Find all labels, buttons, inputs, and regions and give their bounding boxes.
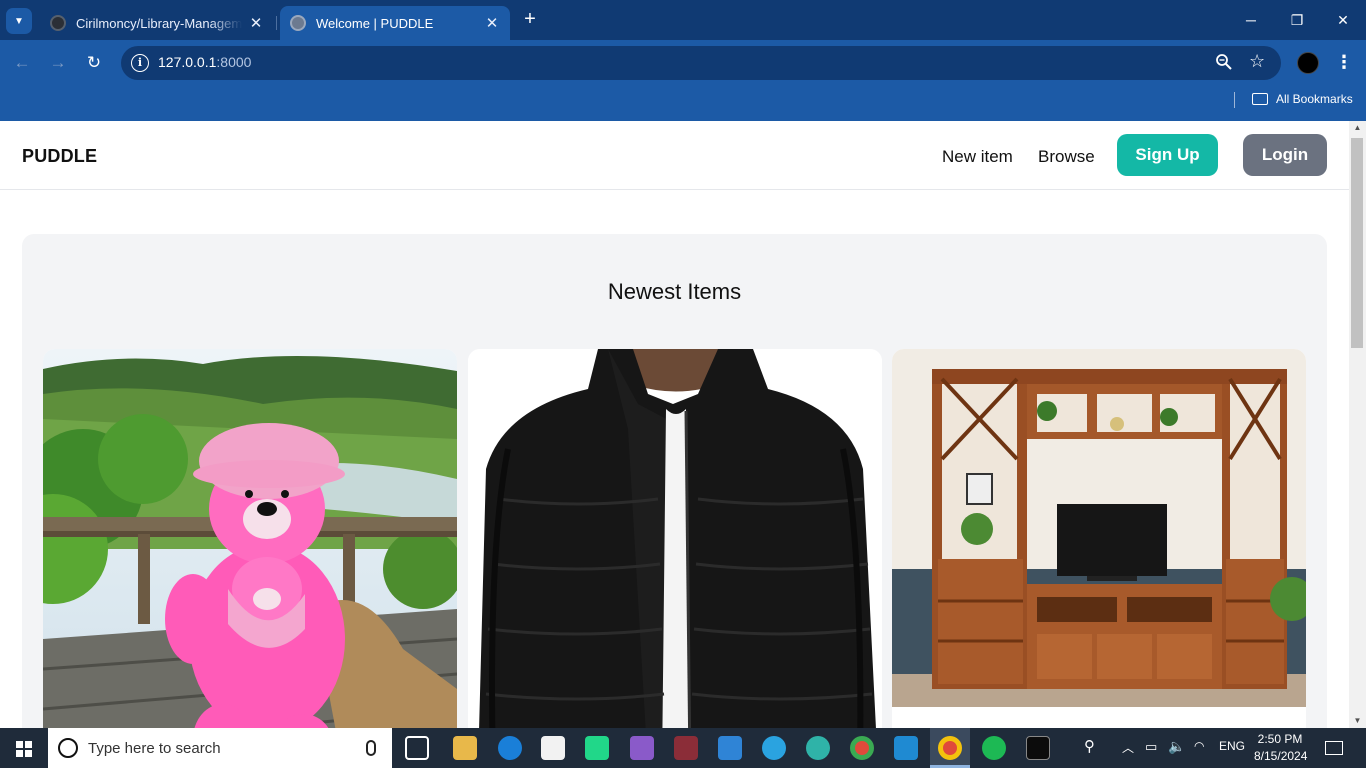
section-title: Newest Items [607, 279, 742, 304]
visual-studio-icon[interactable] [630, 736, 654, 760]
site-logo[interactable]: PUDDLE [22, 146, 97, 167]
task-view-icon[interactable] [405, 736, 429, 760]
newest-items-section: Newest Items [22, 234, 1327, 728]
notifications-icon[interactable] [1325, 741, 1343, 755]
zoom-icon[interactable] [1215, 53, 1235, 73]
close-icon[interactable]: ✕ [484, 14, 500, 32]
tab-library-management[interactable]: Cirilmoncy/Library-Management ✕ [40, 6, 274, 40]
tab-title: Cirilmoncy/Library-Management [76, 15, 242, 31]
cortana-icon [58, 738, 78, 758]
close-window-button[interactable]: ✕ [1320, 6, 1366, 34]
url-text[interactable]: 127.0.0.1:8000 [158, 54, 251, 70]
people-icon[interactable]: ⚲ [1084, 737, 1095, 755]
clock-date: 8/15/2024 [1254, 749, 1308, 763]
language-indicator[interactable]: ENG [1219, 739, 1245, 753]
new-tab-button[interactable]: + [518, 8, 542, 32]
item-card-tv-unit[interactable] [892, 349, 1306, 728]
scroll-up-icon[interactable]: ▲ [1349, 121, 1366, 135]
chrome-active-icon[interactable] [938, 736, 962, 760]
sign-up-button[interactable]: Sign Up [1117, 134, 1218, 176]
item-card-teddy-bear[interactable] [43, 349, 457, 728]
page-scrollbar[interactable]: ▲ ▼ [1349, 121, 1366, 728]
browser-chrome: ▼ Cirilmoncy/Library-Management ✕ Welcom… [0, 0, 1366, 121]
forward-button[interactable]: → [45, 50, 71, 76]
windows-logo-icon [16, 741, 32, 757]
folder-icon [1252, 93, 1268, 105]
item-card-jacket[interactable] [468, 349, 882, 728]
new-item-link[interactable]: New item [942, 147, 1013, 167]
restore-icon: ❐ [1290, 12, 1304, 28]
system-clock[interactable]: 2:50 PM 8/15/2024 [1254, 731, 1308, 765]
search-placeholder: Type here to search [88, 740, 221, 757]
page-viewport: PUDDLE New item Browse Sign Up Login New… [0, 121, 1349, 728]
microphone-icon[interactable] [366, 740, 376, 756]
address-bar[interactable]: i 127.0.0.1:8000 ☆ [121, 46, 1281, 80]
mail-icon[interactable] [718, 736, 742, 760]
chrome-icon[interactable] [850, 736, 874, 760]
taskbar-search-box[interactable]: Type here to search [48, 728, 392, 768]
site-info-icon[interactable]: i [131, 54, 149, 72]
close-icon[interactable]: ✕ [248, 14, 264, 32]
github-icon [50, 15, 66, 31]
minimize-button[interactable]: ─ [1228, 6, 1274, 34]
vscode-icon[interactable] [894, 736, 918, 760]
scroll-thumb[interactable] [1351, 138, 1363, 348]
tab-strip: ▼ Cirilmoncy/Library-Management ✕ Welcom… [0, 0, 1366, 40]
bookmarks-bar: All Bookmarks [0, 86, 1366, 121]
arrow-left-icon: ← [13, 53, 31, 72]
plus-icon: + [524, 8, 536, 30]
profile-avatar[interactable] [1297, 52, 1319, 74]
site-navbar: PUDDLE New item Browse Sign Up Login [0, 121, 1349, 190]
edge-legacy-icon[interactable] [498, 736, 522, 760]
globe-icon [290, 15, 306, 31]
minimize-icon: ─ [1246, 12, 1256, 28]
item-image-teddy-bear [43, 349, 457, 728]
browse-link[interactable]: Browse [1038, 147, 1095, 167]
all-bookmarks-button[interactable]: All Bookmarks [1276, 92, 1353, 106]
browser-toolbar: ← → ↻ i 127.0.0.1:8000 ☆ ⋮ [0, 40, 1366, 86]
edge-icon[interactable] [806, 736, 830, 760]
chevron-down-icon: ▼ [14, 15, 24, 27]
back-button[interactable]: ← [9, 50, 35, 76]
bookmark-star-icon[interactable]: ☆ [1249, 51, 1269, 71]
tab-puddle[interactable]: Welcome | PUDDLE ✕ [280, 6, 510, 40]
windows-taskbar: Type here to search ⚲ ︿ ▭ 🔈 ◠ ENG 2:50 P… [0, 728, 1366, 768]
browser-menu-icon[interactable]: ⋮ [1334, 48, 1354, 76]
file-explorer-icon[interactable] [453, 736, 477, 760]
item-image-jacket [468, 349, 882, 728]
reload-icon: ↻ [86, 53, 102, 72]
url-port: :8000 [216, 54, 252, 70]
url-host: 127.0.0.1 [158, 54, 217, 70]
start-button[interactable] [0, 728, 48, 768]
bookmarks-separator [1234, 92, 1235, 108]
wifi-icon[interactable]: ◠ [1194, 739, 1204, 753]
spotify-icon[interactable] [982, 736, 1006, 760]
login-button[interactable]: Login [1243, 134, 1327, 176]
terminal-icon[interactable] [1026, 736, 1050, 760]
scroll-down-icon[interactable]: ▼ [1349, 714, 1366, 728]
close-icon: ✕ [1337, 12, 1349, 28]
microsoft-store-icon[interactable] [541, 736, 565, 760]
volume-icon[interactable]: 🔈 [1168, 738, 1185, 755]
chevron-up-icon[interactable]: ︿ [1122, 739, 1134, 756]
arrow-right-icon: → [49, 53, 67, 72]
telegram-icon[interactable] [762, 736, 786, 760]
clock-time: 2:50 PM [1257, 732, 1303, 746]
reload-button[interactable]: ↻ [81, 50, 107, 76]
tab-search-button[interactable]: ▼ [6, 8, 32, 34]
battery-icon[interactable]: ▭ [1145, 739, 1157, 755]
item-image-tv-unit [892, 349, 1306, 728]
tab-title: Welcome | PUDDLE [316, 15, 434, 31]
winrar-icon[interactable] [674, 736, 698, 760]
tab-separator [276, 16, 277, 30]
pycharm-icon[interactable] [585, 736, 609, 760]
restore-button[interactable]: ❐ [1274, 6, 1320, 34]
